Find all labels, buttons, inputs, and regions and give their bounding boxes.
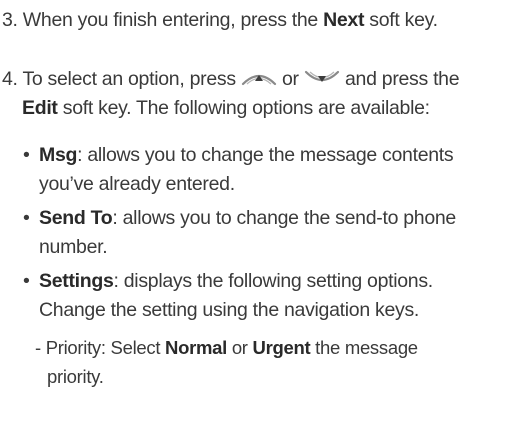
step-text: soft key. The following options are avai…	[62, 97, 430, 119]
option-msg: • Msg: allows you to change the message c…	[23, 141, 523, 199]
step-text: or	[282, 68, 299, 90]
sub-option-text: or	[231, 337, 248, 358]
step-text: When you finish entering, press the	[22, 9, 318, 31]
option-settings: • Settings: displays the following settin…	[23, 267, 523, 325]
option-send-to: • Send To: allows you to change the send-…	[23, 204, 523, 262]
soft-key-name: Next	[323, 9, 365, 31]
option-name: Settings	[39, 270, 114, 292]
option-description-cont: number.	[39, 236, 108, 258]
sub-option-cont: priority.	[47, 366, 104, 387]
sub-option-text: - Priority: Select	[35, 337, 161, 358]
bullet-dot: •	[23, 207, 30, 229]
option-description-cont: you’ve already entered.	[39, 173, 235, 195]
option-description: : displays the following setting options…	[113, 270, 434, 292]
option-description: : allows you to change the message conte…	[77, 144, 454, 166]
step-number: 4.	[2, 68, 18, 90]
manual-page: 3. When you finish entering, press the N…	[0, 0, 527, 427]
step-text: To select an option, press	[22, 68, 236, 90]
option-description: : allows you to change the send-to phone	[112, 207, 456, 229]
option-description-cont: Change the setting using the navigation …	[39, 299, 420, 321]
option-name: Send To	[39, 207, 113, 229]
priority-urgent: Urgent	[252, 337, 311, 358]
step-4: 4. To select an option, press or and pre…	[2, 65, 522, 123]
priority-normal: Normal	[165, 337, 227, 358]
soft-key-name: Edit	[22, 97, 58, 119]
bullet-dot: •	[23, 270, 30, 292]
sub-option-text: the message	[315, 337, 418, 358]
step-continuation: Edit soft key. The following options are…	[2, 94, 522, 123]
step-3: 3. When you finish entering, press the N…	[2, 6, 522, 35]
step-text: and press the	[345, 68, 460, 90]
bullet-dot: •	[23, 144, 30, 166]
option-name: Msg	[39, 144, 78, 166]
step-number: 3.	[2, 9, 18, 31]
sub-option-priority: - Priority: Select Normal or Urgent the …	[35, 333, 525, 391]
nav-down-key-icon	[304, 70, 339, 82]
nav-up-key-icon	[241, 74, 276, 86]
step-text: soft key.	[369, 9, 438, 31]
